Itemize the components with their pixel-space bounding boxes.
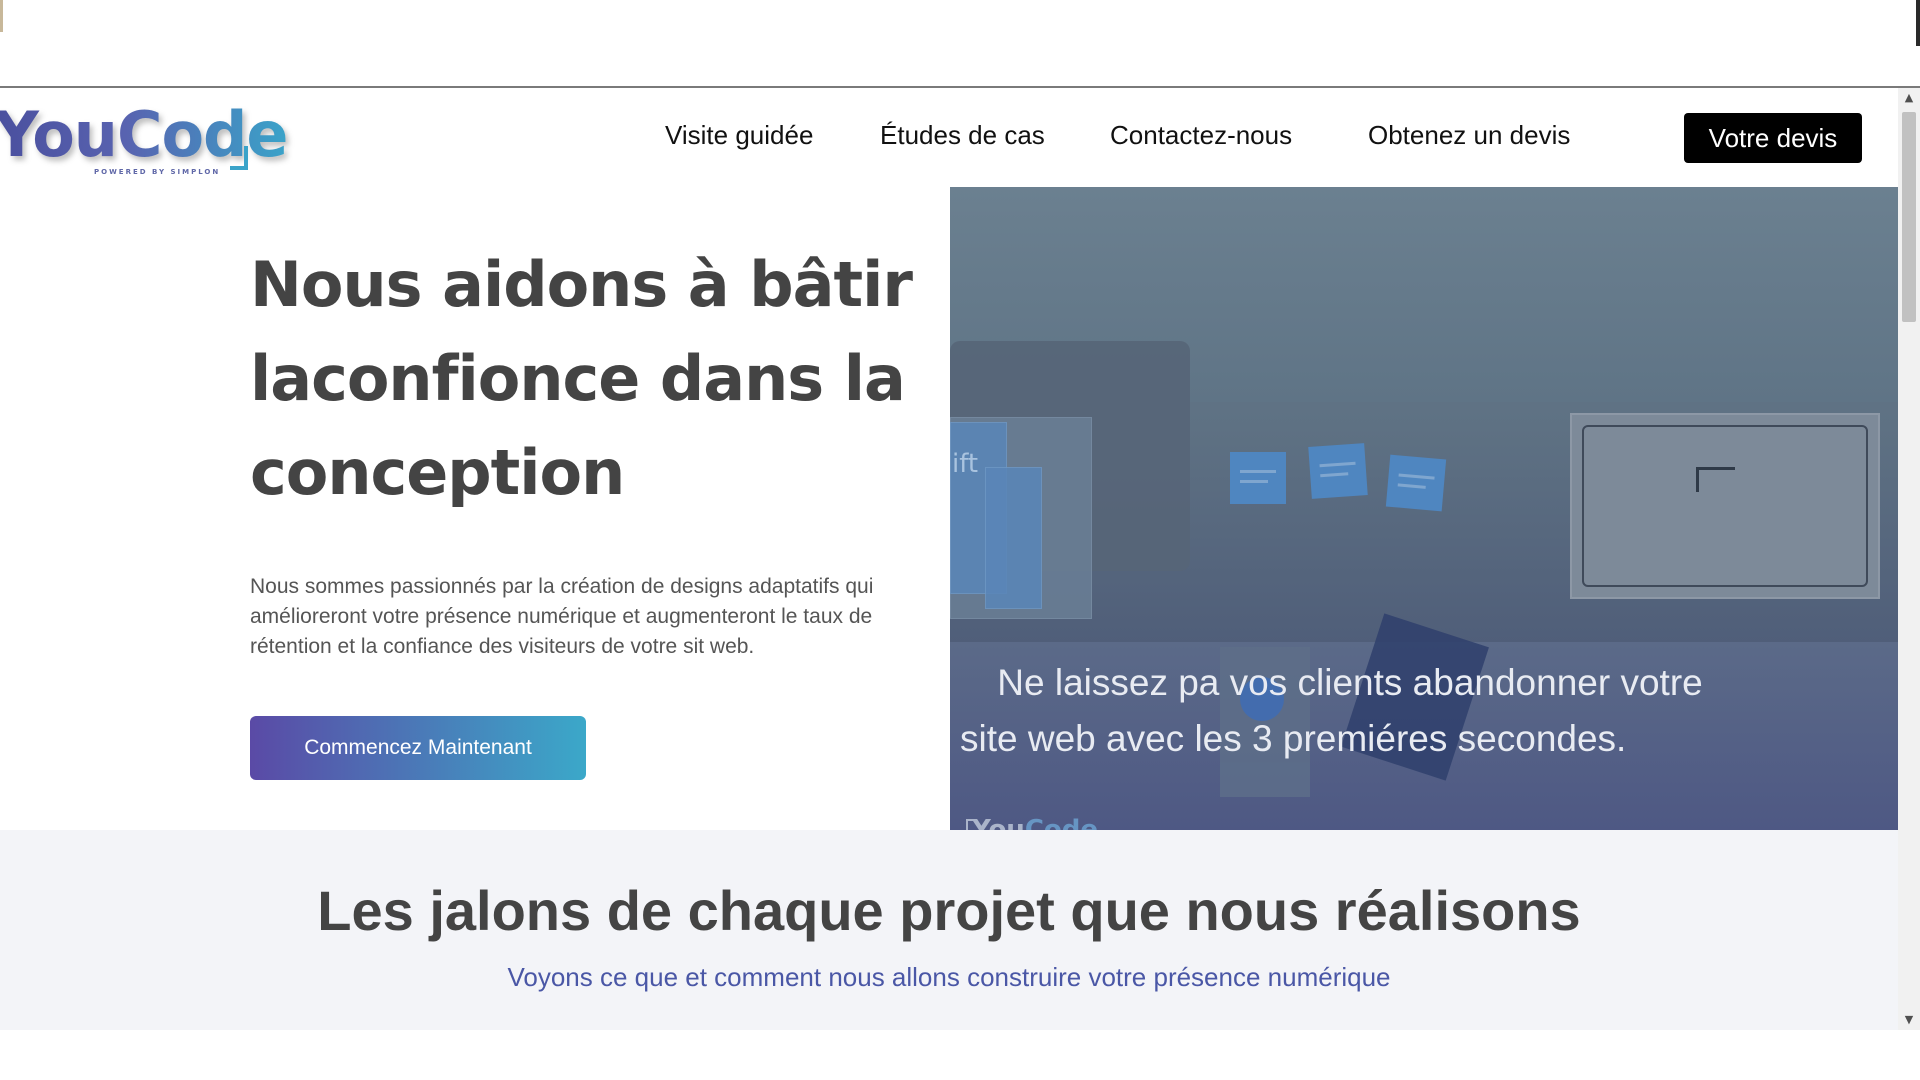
youcode-logo[interactable]: YouCode POWERED BY SIMPLON bbox=[0, 98, 288, 178]
hero-illustration: ift Ne laissez pa vos clients abandonner… bbox=[950, 187, 1898, 875]
caption-line-1: Ne laissez pa vos clients abandonner vot… bbox=[997, 662, 1703, 703]
illustration-doc-text: ift bbox=[952, 449, 979, 479]
scroll-up-icon[interactable]: ▲ bbox=[1898, 88, 1920, 108]
hero-image-caption: Ne laissez pa vos clients abandonner vot… bbox=[950, 655, 1750, 767]
window-edge bbox=[1916, 0, 1920, 46]
caption-line-2: site web avec les 3 premiéres secondes. bbox=[960, 718, 1627, 759]
scroll-down-icon[interactable]: ▼ bbox=[1898, 1010, 1920, 1030]
illustration-doc-icon-2 bbox=[985, 467, 1042, 609]
page-viewport: YouCode POWERED BY SIMPLON Visite guidée… bbox=[0, 88, 1898, 1030]
logo-bracket-icon bbox=[230, 146, 248, 170]
browser-top-area bbox=[0, 0, 1920, 88]
scrollbar-thumb[interactable] bbox=[1902, 112, 1916, 322]
nav-obtenez-un-devis[interactable]: Obtenez un devis bbox=[1368, 120, 1570, 151]
section-title: Les jalons de chaque projet que nous réa… bbox=[317, 879, 1581, 942]
text-caret bbox=[0, 0, 3, 32]
logo-subtext: POWERED BY SIMPLON bbox=[94, 168, 221, 176]
votre-devis-button[interactable]: Votre devis bbox=[1684, 113, 1862, 163]
sticky-note-icon bbox=[1385, 454, 1447, 512]
sticky-note-icon bbox=[1230, 452, 1286, 504]
hero-title: Nous aidons à bâtir laconfionce dans la … bbox=[250, 248, 913, 509]
section-subtitle: Voyons ce que et comment nous allons con… bbox=[507, 962, 1391, 992]
nav-contactez-nous[interactable]: Contactez-nous bbox=[1110, 120, 1292, 151]
sticky-note-icon bbox=[1308, 443, 1368, 499]
commencez-maintenant-button[interactable]: Commencez Maintenant bbox=[250, 716, 586, 780]
hero-description: Nous sommes passionnés par la création d… bbox=[250, 575, 874, 658]
vertical-scrollbar[interactable]: ▲ ▼ bbox=[1898, 88, 1920, 1030]
milestones-section: Les jalons de chaque projet que nous réa… bbox=[0, 830, 1898, 1030]
frame-logo-mark-icon bbox=[1696, 467, 1735, 492]
nav-etudes-de-cas[interactable]: Études de cas bbox=[880, 120, 1045, 151]
nav-visite-guidee[interactable]: Visite guidée bbox=[665, 120, 813, 151]
browser-bottom-area bbox=[0, 1030, 1920, 1080]
frame-inner bbox=[1582, 425, 1868, 587]
illustration-frame bbox=[1570, 413, 1880, 599]
